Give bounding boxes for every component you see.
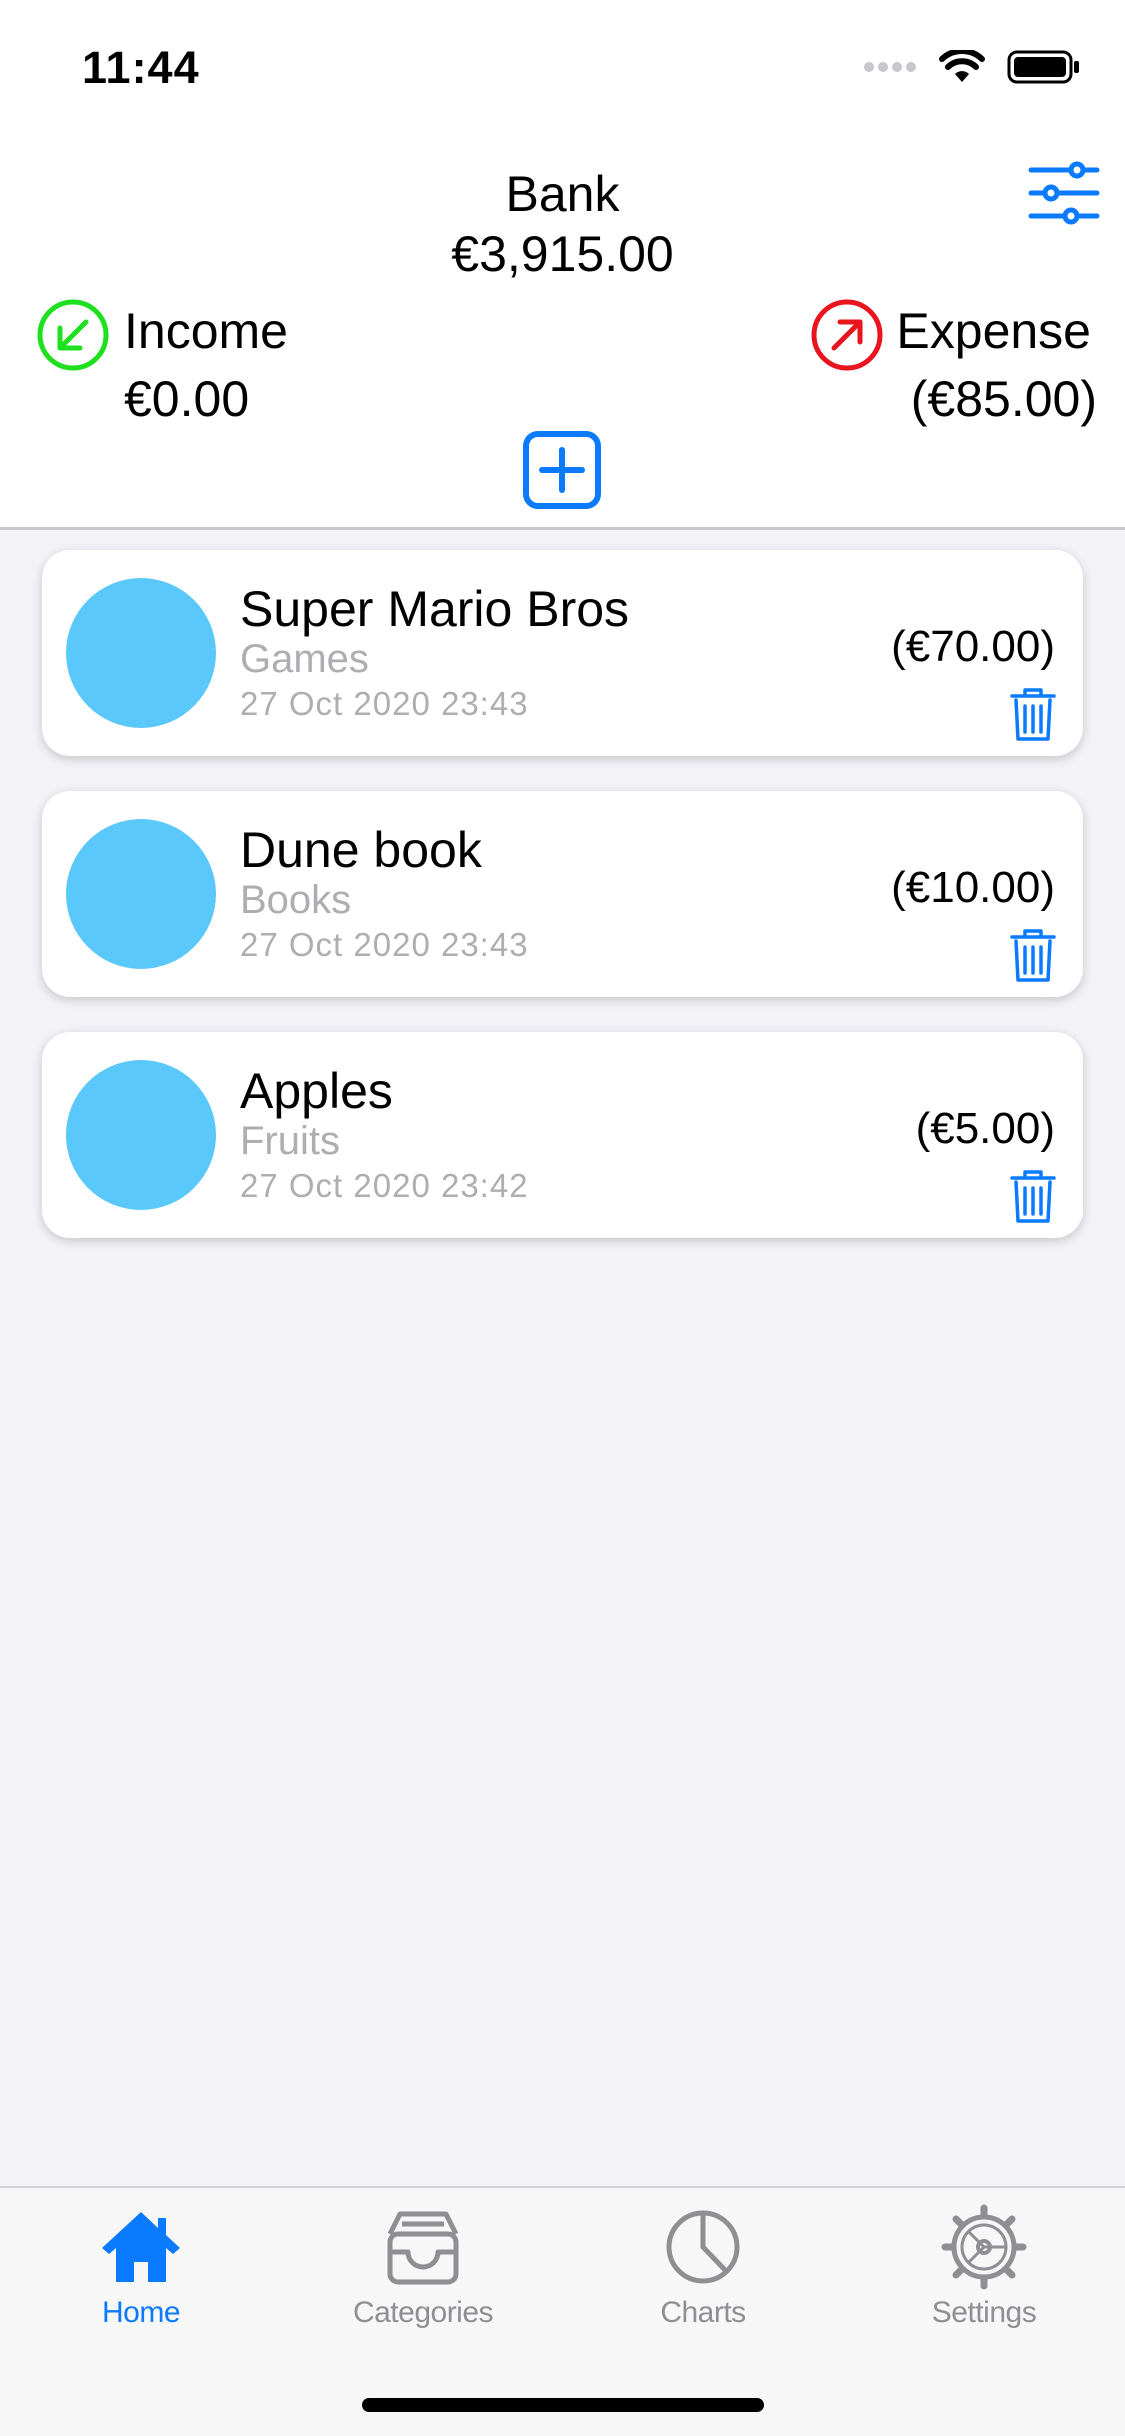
tray-icon <box>387 2211 459 2285</box>
transaction-category: Fruits <box>240 1119 340 1163</box>
pie-chart-icon <box>666 2210 740 2284</box>
filter-sliders-icon[interactable] <box>1027 160 1101 226</box>
tab-charts[interactable]: Charts <box>603 2204 803 2330</box>
gear-icon <box>941 2204 1027 2290</box>
transaction-card[interactable]: Super Mario Bros Games 27 Oct 2020 23:43… <box>42 550 1083 756</box>
tab-home[interactable]: Home <box>41 2204 241 2330</box>
transaction-amount: (€5.00) <box>915 1104 1055 1153</box>
category-avatar <box>66 578 216 728</box>
status-time: 11:44 <box>82 42 200 93</box>
trash-icon[interactable] <box>1010 927 1056 983</box>
status-bar: 11:44 <box>0 0 1125 130</box>
cellular-signal-icon <box>864 62 916 72</box>
tab-label: Charts <box>660 2296 746 2329</box>
category-avatar <box>66 819 216 969</box>
category-avatar <box>66 1060 216 1210</box>
income-label: Income <box>124 303 288 359</box>
transaction-category: Books <box>240 878 352 922</box>
expense-arrow-icon <box>811 299 883 371</box>
account-summary-header: Bank €3,915.00 Income €0.00 Expense (€85… <box>0 130 1125 530</box>
status-icons <box>863 50 1081 84</box>
account-name: Bank <box>505 166 620 222</box>
transaction-category: Games <box>240 637 369 681</box>
expense-value: (€85.00) <box>910 371 1097 427</box>
transaction-date: 27 Oct 2020 23:43 <box>240 926 529 963</box>
tab-categories[interactable]: Categories <box>323 2204 523 2330</box>
home-indicator[interactable] <box>362 2398 764 2412</box>
tab-settings[interactable]: Settings <box>884 2204 1084 2330</box>
transaction-amount: (€10.00) <box>891 863 1055 912</box>
income-value: €0.00 <box>124 371 250 427</box>
battery-icon <box>1007 50 1079 84</box>
wifi-icon <box>939 50 985 82</box>
transaction-name: Dune book <box>240 822 482 878</box>
income-arrow-icon <box>37 299 109 371</box>
transaction-date: 27 Oct 2020 23:42 <box>240 1167 529 1204</box>
trash-icon[interactable] <box>1010 686 1056 742</box>
transaction-card[interactable]: Apples Fruits 27 Oct 2020 23:42 (€5.00) <box>42 1032 1083 1238</box>
add-transaction-button[interactable] <box>522 430 602 510</box>
trash-icon[interactable] <box>1010 1168 1056 1224</box>
transaction-card[interactable]: Dune book Books 27 Oct 2020 23:43 (€10.0… <box>42 791 1083 997</box>
expense-label: Expense <box>896 303 1091 359</box>
transaction-name: Super Mario Bros <box>240 581 630 637</box>
house-icon <box>102 2212 180 2282</box>
transaction-name: Apples <box>240 1063 393 1119</box>
transaction-date: 27 Oct 2020 23:43 <box>240 685 529 722</box>
tab-label: Settings <box>931 2296 1037 2329</box>
tab-label: Home <box>101 2296 181 2329</box>
tab-label: Categories <box>352 2296 494 2329</box>
transaction-amount: (€70.00) <box>891 622 1055 671</box>
account-total: €3,915.00 <box>451 226 674 282</box>
